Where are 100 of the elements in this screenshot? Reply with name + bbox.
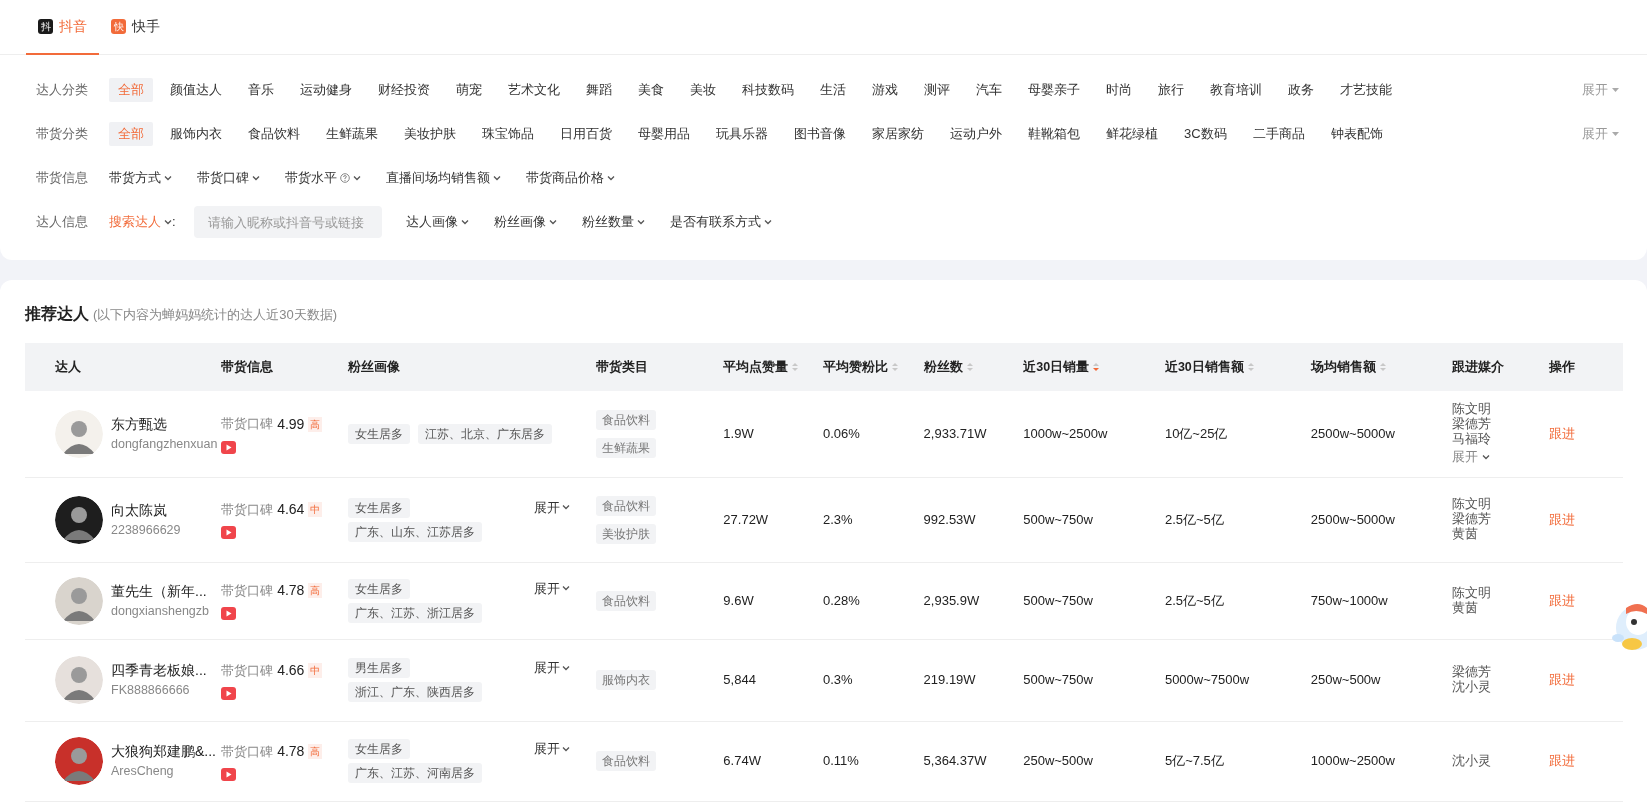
- category-chip[interactable]: 生鲜蔬果: [317, 122, 387, 146]
- rating-level: 高: [308, 416, 323, 432]
- sort-icon[interactable]: [1247, 362, 1254, 372]
- category-chip[interactable]: 教育培训: [1201, 78, 1271, 102]
- category-chip[interactable]: 政务: [1279, 78, 1323, 102]
- influencer-name[interactable]: 大狼狗郑建鹏&...: [111, 741, 216, 763]
- category-chip[interactable]: 食品饮料: [239, 122, 309, 146]
- platform-tab[interactable]: 抖 抖音: [26, 0, 99, 55]
- category-chip[interactable]: 音乐: [239, 78, 283, 102]
- category-chip[interactable]: 珠宝饰品: [473, 122, 543, 146]
- category-chip[interactable]: 母婴亲子: [1019, 78, 1089, 102]
- category-chip[interactable]: 测评: [915, 78, 959, 102]
- column-header: 跟进媒介: [1452, 358, 1505, 376]
- category-chip[interactable]: 钟表配饰: [1321, 122, 1392, 146]
- filter-dropdown[interactable]: 带货方式: [109, 168, 172, 188]
- filter-dropdown[interactable]: 达人画像: [405, 212, 469, 232]
- table-cell: 500w~750w: [1023, 672, 1093, 688]
- sort-icon[interactable]: [1379, 362, 1386, 372]
- filter-dropdown[interactable]: 带货水平: [285, 168, 361, 188]
- table-cell: 2.5亿~5亿: [1164, 592, 1224, 608]
- filter-dropdown[interactable]: 粉丝数量: [581, 212, 645, 232]
- category-chip[interactable]: 美食: [629, 78, 673, 102]
- category-chip[interactable]: 艺术文化: [499, 78, 569, 102]
- category-chip[interactable]: 时尚: [1097, 78, 1141, 102]
- filter-label: 达人分类: [36, 81, 89, 100]
- chevron-icon: [636, 219, 645, 225]
- category-chip[interactable]: 颜值达人: [161, 78, 231, 102]
- rating-label: 带货口碑: [221, 742, 274, 761]
- table-cell: 27.72W: [723, 511, 769, 527]
- category-chip[interactable]: 图书音像: [785, 122, 855, 146]
- influencer-name[interactable]: 东方甄选: [111, 413, 218, 435]
- influencer-name[interactable]: 四季青老板娘...: [111, 660, 207, 682]
- section-title: 推荐达人: [25, 304, 89, 324]
- filter-dropdown[interactable]: 带货商品价格: [526, 168, 615, 188]
- search-field[interactable]: 请输入昵称或抖音号或链接: [193, 206, 382, 238]
- category-chip[interactable]: 玩具乐器: [707, 122, 777, 146]
- table-cell: 10亿~25亿: [1164, 426, 1228, 441]
- category-chip[interactable]: 汽车: [967, 78, 1011, 102]
- category-chip[interactable]: 母婴用品: [629, 122, 699, 146]
- category-chip[interactable]: 萌宠: [447, 78, 491, 102]
- category-chip[interactable]: 日用百货: [551, 122, 621, 146]
- sort-icon[interactable]: [966, 362, 973, 372]
- table-cell: 5000w~7500w: [1164, 672, 1250, 688]
- expand-link[interactable]: 展开: [1452, 449, 1491, 465]
- category-tag: 食品饮料: [596, 751, 656, 771]
- category-tag: 生鲜蔬果: [596, 437, 656, 458]
- platform-tab[interactable]: 快 快手: [99, 0, 172, 55]
- fan-tag: 广东、山东、江苏居多: [348, 521, 483, 542]
- column-header: 粉丝画像: [348, 358, 401, 376]
- expand-link[interactable]: 展开: [534, 578, 570, 598]
- category-tag: 食品饮料: [596, 495, 656, 516]
- category-chip[interactable]: 运动户外: [941, 122, 1011, 146]
- category-chip[interactable]: 科技数码: [733, 78, 803, 102]
- chevron-icon: [252, 175, 260, 181]
- filter-label: 达人信息: [36, 213, 89, 232]
- category-chip[interactable]: 3C数码: [1175, 122, 1236, 146]
- chevron-icon: [460, 219, 469, 225]
- table-cell: 2.5亿~5亿: [1164, 511, 1224, 527]
- sort-icon[interactable]: [1093, 362, 1100, 372]
- expand-link[interactable]: 展开: [534, 497, 570, 517]
- filter-dropdown[interactable]: 是否有联系方式: [669, 212, 772, 232]
- category-chip[interactable]: 鞋靴箱包: [1019, 122, 1089, 146]
- fan-tag: 广东、江苏、河南居多: [348, 763, 483, 783]
- filter-dropdown[interactable]: 粉丝画像: [493, 212, 557, 232]
- fan-tag: 女生居多: [348, 497, 411, 518]
- influencer-name[interactable]: 向太陈岚: [111, 499, 181, 521]
- category-chip[interactable]: 服饰内衣: [161, 122, 231, 146]
- category-chip[interactable]: 美妆: [681, 78, 725, 102]
- category-chip[interactable]: 旅行: [1149, 78, 1193, 102]
- rating-score: 4.66: [277, 660, 305, 680]
- expand-link[interactable]: 展开: [534, 658, 570, 678]
- category-chip[interactable]: 鲜花绿植: [1097, 122, 1167, 146]
- chevron-icon: [164, 219, 172, 225]
- category-chip[interactable]: 游戏: [863, 78, 907, 102]
- sort-icon[interactable]: [891, 362, 898, 372]
- category-chip[interactable]: 财经投资: [369, 78, 439, 102]
- chevron-icon: [607, 175, 615, 181]
- live-icon: [221, 685, 237, 700]
- media-name: 沈小灵: [1452, 680, 1493, 695]
- chevron-icon: [353, 175, 361, 181]
- section-subtitle: (以下内容为蝉妈妈统计的达人近30天数据): [93, 306, 338, 324]
- category-chip[interactable]: 家居家纺: [863, 122, 933, 146]
- category-chip[interactable]: 运动健身: [291, 78, 361, 102]
- category-chip[interactable]: 生活: [811, 78, 855, 102]
- table-cell: 219.19W: [923, 672, 976, 688]
- sort-icon[interactable]: [792, 362, 799, 372]
- filter-dropdown[interactable]: 直播间场均销售额: [386, 168, 501, 188]
- category-chip[interactable]: 才艺技能: [1331, 78, 1401, 102]
- influencer-name[interactable]: 董先生（新年...: [111, 580, 209, 602]
- filter-dropdown[interactable]: 带货口碑: [197, 168, 260, 188]
- category-chip[interactable]: 二手商品: [1243, 122, 1314, 146]
- rating-level: 中: [308, 502, 323, 518]
- chevron-icon: [493, 175, 501, 181]
- table-cell: 0.28%: [822, 592, 860, 608]
- media-name: 梁德芳: [1452, 512, 1493, 527]
- category-chip[interactable]: 美妆护肤: [395, 122, 465, 146]
- category-chip[interactable]: 舞蹈: [577, 78, 621, 102]
- table-cell: 5,844: [723, 672, 756, 688]
- media-name: 沈小灵: [1452, 753, 1493, 769]
- expand-link[interactable]: 展开: [534, 739, 570, 759]
